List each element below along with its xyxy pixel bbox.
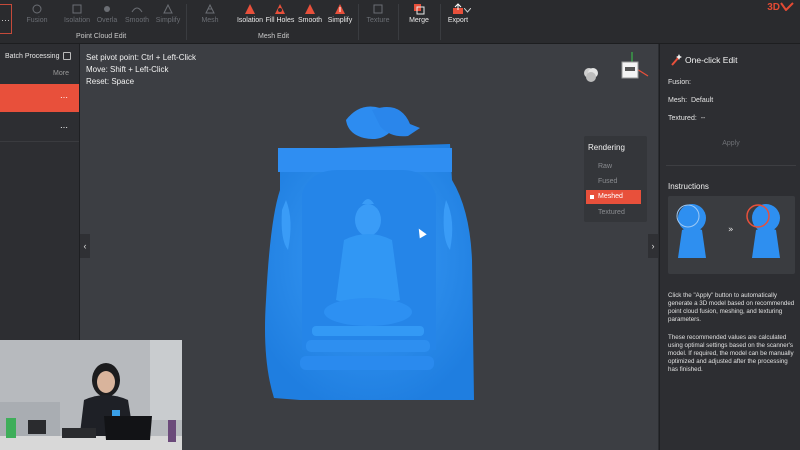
rendering-panel: Rendering Raw Fused Meshed Textured: [584, 136, 647, 222]
reset-hint: Reset: Space: [86, 77, 135, 86]
fusion-field: Fusion:: [668, 79, 691, 86]
rendering-option-textured[interactable]: Textured: [586, 206, 641, 220]
export-icon: [453, 3, 463, 14]
batch-window-icon[interactable]: [63, 52, 71, 60]
texture-button[interactable]: Texture: [358, 3, 398, 31]
one-click-edit-panel: One-click Edit Fusion: Mesh: Default Tex…: [659, 44, 800, 450]
mesh-field: Mesh: Default: [668, 97, 714, 104]
rendering-option-raw[interactable]: Raw: [586, 160, 641, 174]
fill-holes-icon: [275, 4, 285, 14]
brand-logo: 3D: [767, 2, 794, 13]
menu-button[interactable]: ⋯: [0, 4, 12, 34]
fusion-button[interactable]: Fusion: [17, 3, 57, 31]
rendering-option-fused[interactable]: Fused: [586, 175, 641, 189]
toolbar-divider: [186, 4, 187, 40]
list-item[interactable]: ⋯: [0, 84, 79, 112]
list-item[interactable]: ⋯: [0, 114, 79, 142]
mesh-edit-group-label: Mesh Edit: [258, 33, 290, 40]
isolation-icon: [245, 4, 255, 14]
brand-mark-icon: [780, 2, 794, 12]
instructions-illustration: »: [668, 196, 795, 274]
merge-icon: [414, 4, 425, 15]
rendering-option-meshed[interactable]: Meshed: [586, 190, 641, 204]
lighting-icon[interactable]: [582, 66, 600, 84]
overlap-icon: [104, 6, 110, 12]
collapse-right-button[interactable]: ›: [648, 234, 658, 258]
menu-icon: ⋯: [1, 15, 10, 25]
instructions-title: Instructions: [668, 182, 709, 191]
webcam-overlay: [0, 340, 182, 450]
isolation-icon: [72, 4, 82, 14]
mesh-simplify-button[interactable]: Simplify: [320, 3, 360, 31]
svg-text:»: »: [728, 225, 734, 235]
rendering-title: Rendering: [588, 143, 625, 152]
smooth-icon: [305, 4, 315, 14]
instruction-paragraph-1: Click the "Apply" button to automaticall…: [668, 292, 795, 323]
simplify-icon: [335, 4, 345, 14]
smooth-icon: [131, 7, 143, 13]
mesh-button[interactable]: Mesh: [190, 3, 230, 31]
mesh-icon: [205, 3, 215, 14]
magic-wand-icon: [671, 54, 682, 66]
pc-simplify-button[interactable]: Simplify: [148, 3, 188, 31]
simplify-icon: [163, 3, 173, 14]
point-cloud-edit-group-label: Point Cloud Edit: [76, 33, 127, 40]
item-menu-icon[interactable]: ⋯: [60, 93, 68, 102]
3d-model-mesh[interactable]: [260, 100, 490, 440]
merge-button[interactable]: Merge: [399, 3, 439, 31]
view-cube-icon[interactable]: [612, 48, 652, 92]
fusion-icon: [32, 4, 42, 14]
export-button[interactable]: Export: [438, 3, 478, 31]
chevron-down-icon[interactable]: [464, 8, 471, 13]
bust-before-after-image: »: [676, 204, 780, 258]
texture-icon: [373, 4, 383, 14]
app-window: ⋯ Fusion Isolation Overla Smooth Simplif…: [0, 0, 800, 450]
panel-title: One-click Edit: [685, 55, 738, 65]
panel-title: Batch Processing: [5, 53, 60, 60]
item-menu-icon[interactable]: ⋯: [60, 123, 68, 132]
pivot-hint: Set pivot point: Ctrl + Left-Click: [86, 53, 197, 62]
move-hint: Move: Shift + Left-Click: [86, 65, 169, 74]
more-link[interactable]: More: [53, 70, 69, 77]
instruction-paragraph-2: These recommended values are calculated …: [668, 334, 794, 373]
textured-field: Textured: --: [668, 115, 706, 122]
apply-button[interactable]: Apply: [668, 136, 794, 152]
presenter-video-image: [0, 340, 182, 450]
toolbar: ⋯ Fusion Isolation Overla Smooth Simplif…: [0, 0, 800, 44]
collapse-left-button[interactable]: ‹: [80, 234, 90, 258]
divider: [666, 165, 796, 166]
